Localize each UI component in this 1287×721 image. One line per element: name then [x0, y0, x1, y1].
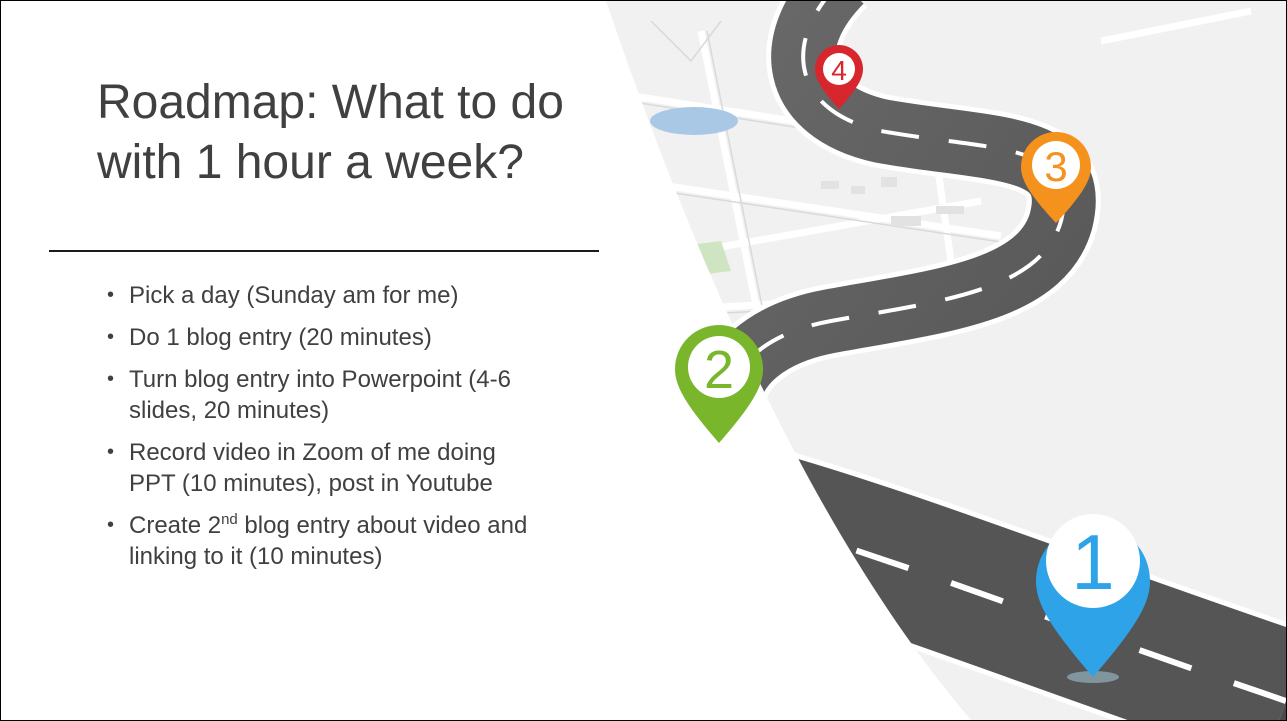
map-background — [606, 1, 1286, 720]
lake — [650, 107, 738, 135]
pin-3-label: 3 — [1044, 143, 1067, 190]
pin-1-label: 1 — [1071, 518, 1114, 606]
pin-4-label: 4 — [831, 55, 847, 86]
roadmap-illustration: 4 3 2 1 — [606, 1, 1286, 720]
pin-2: 2 — [675, 325, 763, 443]
slide: Roadmap: What to do with 1 hour a week? … — [0, 0, 1287, 721]
pin-2-label: 2 — [704, 340, 734, 400]
